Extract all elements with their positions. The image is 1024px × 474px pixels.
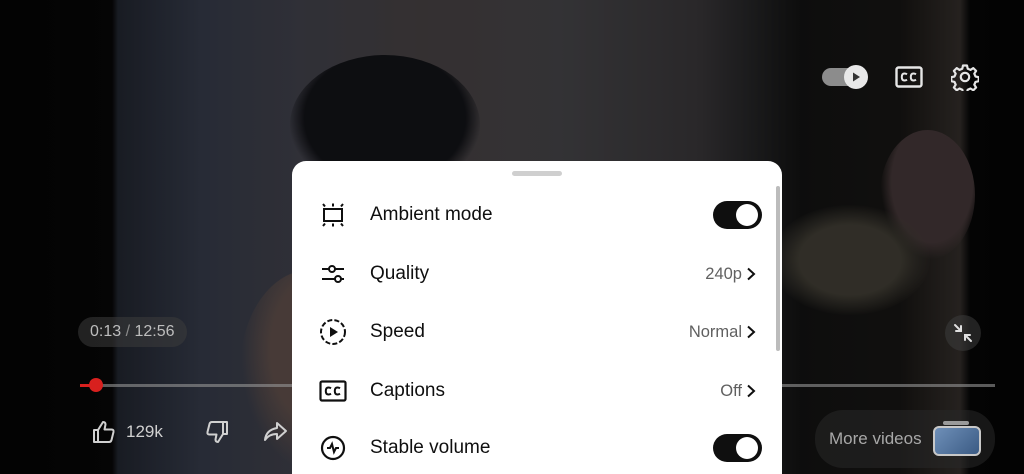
current-time: 0:13 <box>90 323 122 340</box>
captions-icon <box>319 377 347 405</box>
switch-knob <box>736 437 758 459</box>
stable-volume-icon <box>319 434 347 462</box>
sliders-icon <box>319 260 347 288</box>
play-icon <box>844 65 868 89</box>
chevron-right-icon <box>744 267 758 281</box>
engagement-actions: 129k <box>90 418 289 446</box>
settings-item-quality[interactable]: Quality 240p <box>292 245 782 303</box>
drag-handle[interactable] <box>512 171 562 176</box>
settings-item-stable-volume[interactable]: Stable volume <box>292 419 782 474</box>
settings-item-value: 240p <box>705 264 742 283</box>
settings-sheet: Ambient mode Quality 240p Speed Normal C… <box>292 161 782 474</box>
more-videos-button[interactable]: More videos <box>815 410 995 468</box>
settings-item-speed[interactable]: Speed Normal <box>292 303 782 361</box>
gear-icon[interactable] <box>950 62 980 92</box>
time-separator: / <box>125 323 131 340</box>
thumbs-down-icon[interactable] <box>203 418 231 446</box>
share-icon[interactable] <box>261 418 289 446</box>
settings-item-captions[interactable]: Captions Off <box>292 362 782 420</box>
settings-item-label: Captions <box>370 380 445 401</box>
autoplay-toggle[interactable] <box>822 65 868 89</box>
settings-item-value: Normal <box>688 322 742 341</box>
ambient-mode-switch[interactable] <box>713 201 762 229</box>
minimize-icon[interactable] <box>945 315 981 351</box>
playback-speed-icon <box>319 318 347 346</box>
thumbs-up-icon <box>90 418 118 446</box>
thumbnail-stack-icon <box>943 421 969 425</box>
like-button[interactable]: 129k <box>90 418 163 446</box>
settings-item-label: Stable volume <box>370 437 491 458</box>
like-count: 129k <box>126 422 163 441</box>
more-videos-thumbnail <box>933 426 981 456</box>
more-videos-label: More videos <box>829 429 922 448</box>
time-display[interactable]: 0:13 / 12:56 <box>78 317 187 347</box>
player-top-controls <box>822 62 980 92</box>
settings-item-value: Off <box>720 381 742 400</box>
stable-volume-switch[interactable] <box>713 434 762 462</box>
total-time: 12:56 <box>134 323 175 340</box>
chevron-right-icon <box>744 384 758 398</box>
settings-item-label: Quality <box>370 263 430 284</box>
switch-knob <box>736 204 758 226</box>
progress-scrubber[interactable] <box>88 378 103 392</box>
settings-item-label: Ambient mode <box>370 204 493 225</box>
settings-item-ambient-mode[interactable]: Ambient mode <box>292 186 782 244</box>
ambient-mode-icon <box>319 201 347 229</box>
settings-item-label: Speed <box>370 321 425 342</box>
chevron-right-icon <box>744 325 758 339</box>
closed-captions-icon[interactable] <box>894 62 924 92</box>
